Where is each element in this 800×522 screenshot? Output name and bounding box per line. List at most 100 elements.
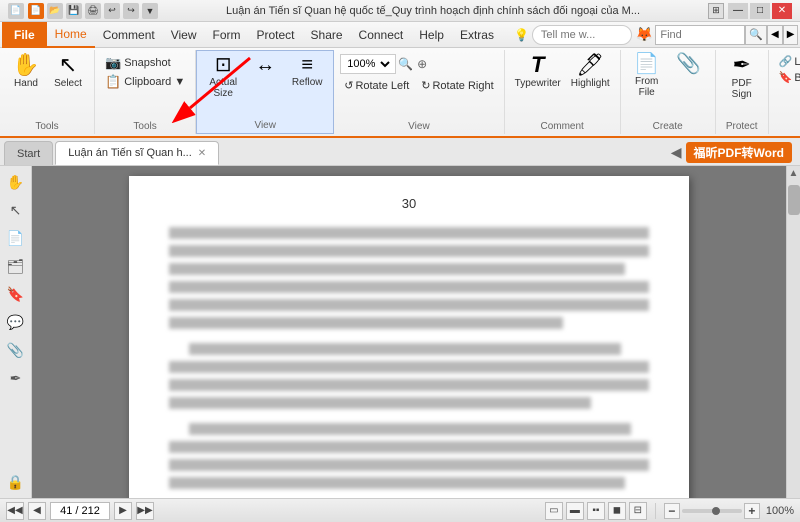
link-button[interactable]: 🔗 Link — [775, 54, 800, 69]
nav-prev-button[interactable]: ◀ — [28, 502, 46, 520]
text-line — [169, 441, 649, 453]
save-icon[interactable]: 💾 — [66, 3, 82, 19]
document-content — [169, 227, 649, 489]
redo-icon[interactable]: ↪ — [123, 3, 139, 19]
rotate-row: ↺ Rotate Left ↻ Rotate Right — [340, 78, 497, 93]
tab-document[interactable]: Luận án Tiến sĩ Quan h... ✕ — [55, 141, 219, 165]
ribbon-group-zoom: 100% 75% 125% 150% 🔍 ⊕ ↺ Rotate Left — [334, 50, 504, 134]
print-icon[interactable]: 🖨 — [85, 3, 101, 19]
sidebar-comment-icon[interactable]: 💬 — [4, 310, 28, 334]
title-bar-left: 📄 📄 📂 💾 🖨 ↩ ↪ ▼ — [8, 3, 158, 19]
ribbon-group-view: ⊡ ActualSize ↔ ≡ Reflow View — [196, 50, 334, 134]
search-prev-button[interactable]: ◀ — [767, 25, 783, 45]
nav-next-button[interactable]: ▶ — [114, 502, 132, 520]
close-button[interactable]: ✕ — [772, 3, 792, 19]
view-split-button[interactable]: ⊟ — [629, 502, 647, 520]
create-button[interactable]: 📎 — [669, 52, 709, 78]
maximize-button[interactable]: □ — [750, 3, 770, 19]
zoom-plus-button[interactable]: + — [744, 503, 760, 519]
grid-btn[interactable]: ⊞ — [708, 3, 724, 19]
scroll-up-button[interactable]: ▲ — [787, 166, 800, 181]
right-scrollbar: ▲ — [786, 166, 800, 498]
sidebar-signature-icon[interactable]: ✒ — [4, 366, 28, 390]
menu-protect[interactable]: Protect — [249, 22, 303, 48]
typewriter-label: Typewriter — [515, 78, 561, 89]
menu-extras[interactable]: Extras — [452, 22, 502, 48]
zoom-select[interactable]: 100% 75% 125% 150% — [343, 57, 393, 71]
reflow-icon: ≡ — [301, 55, 313, 75]
menu-view[interactable]: View — [163, 22, 205, 48]
view-continuous-button[interactable]: ▬ — [566, 502, 584, 520]
rotate-left-button[interactable]: ↺ Rotate Left — [340, 78, 413, 93]
menu-form[interactable]: Form — [205, 22, 249, 48]
sidebar-lock-icon[interactable]: 🔒 — [4, 470, 28, 494]
ribbon-group-links: 🔗 Link 🔖 Bookmark 📥 Insert Links — [769, 50, 800, 134]
menu-comment[interactable]: Comment — [95, 22, 163, 48]
fox-icon: 🦊 — [636, 26, 653, 43]
sidebar-hand-icon[interactable]: ✋ — [4, 170, 28, 194]
zoom-minus-button[interactable]: − — [664, 503, 680, 519]
actual-size-button[interactable]: ⊡ ActualSize — [203, 53, 243, 101]
status-divider — [655, 503, 656, 519]
tab-start-label: Start — [17, 148, 40, 160]
clipboard-button[interactable]: 📋 Clipboard ▼ — [101, 73, 189, 91]
menu-bar: File Home Comment View Form Protect Shar… — [0, 22, 800, 48]
reflow-button[interactable]: ≡ Reflow — [287, 53, 327, 90]
snapshot-button[interactable]: 📷 Snapshot — [101, 54, 189, 72]
menu-help[interactable]: Help — [411, 22, 452, 48]
file-menu[interactable]: File — [2, 22, 47, 48]
rotate-right-icon: ↻ — [421, 79, 430, 92]
tab-left-arrow[interactable]: ◀ — [667, 144, 686, 161]
highlight-label: Highlight — [571, 78, 610, 89]
customize-icon[interactable]: ▼ — [142, 3, 158, 19]
view-cover-button[interactable]: ◼ — [608, 502, 626, 520]
ad-badge[interactable]: 福昕PDF转Word — [686, 142, 792, 163]
view-single-button[interactable]: ▭ — [545, 502, 563, 520]
tabs-right: ◀ 福昕PDF转Word — [667, 142, 792, 163]
lightbulb-icon: 💡 — [514, 28, 529, 42]
search-input[interactable] — [655, 25, 745, 45]
text-line — [169, 227, 649, 239]
tab-close-button[interactable]: ✕ — [198, 148, 206, 159]
sidebar-layers-icon[interactable]: 🗂 — [4, 254, 28, 278]
rotate-right-button[interactable]: ↻ Rotate Right — [417, 78, 497, 93]
tell-me-input[interactable] — [532, 25, 632, 45]
hand-button[interactable]: ✋ Hand — [6, 52, 46, 91]
sidebar-cursor-icon[interactable]: ↖ — [4, 198, 28, 222]
menu-connect[interactable]: Connect — [351, 22, 412, 48]
nav-first-button[interactable]: ◀◀ — [6, 502, 24, 520]
menu-share[interactable]: Share — [303, 22, 351, 48]
fit-width-button[interactable]: ↔ — [245, 53, 285, 79]
protect-group-label: Protect — [726, 121, 758, 132]
sidebar-page-icon[interactable]: 📄 — [4, 226, 28, 250]
view-facing-button[interactable]: ▪▪ — [587, 502, 605, 520]
open-icon[interactable]: 📂 — [47, 3, 63, 19]
pdf-sign-label: PDFSign — [732, 78, 752, 100]
pdf-sign-button[interactable]: ✒ PDFSign — [722, 52, 762, 102]
typewriter-button[interactable]: T Typewriter — [511, 52, 565, 91]
select-button[interactable]: ↖ Select — [48, 52, 88, 91]
zoom-out-button[interactable]: 🔍 — [396, 57, 415, 71]
scroll-thumb[interactable] — [788, 185, 800, 215]
from-file-button[interactable]: 📄 FromFile — [627, 52, 667, 100]
bookmark-button[interactable]: 🔖 Bookmark — [775, 70, 800, 85]
menu-home[interactable]: Home — [47, 22, 95, 48]
sidebar-attachment-icon[interactable]: 📎 — [4, 338, 28, 362]
zoom-slider-thumb[interactable] — [712, 507, 720, 515]
text-line — [169, 317, 563, 329]
search-next-button[interactable]: ▶ — [783, 25, 799, 45]
page-input[interactable] — [50, 502, 110, 520]
sidebar-bookmark-icon[interactable]: 🔖 — [4, 282, 28, 306]
search-button[interactable]: 🔍 — [745, 25, 767, 45]
zoom-slider[interactable] — [682, 509, 742, 513]
undo-icon[interactable]: ↩ — [104, 3, 120, 19]
zoom-col: 100% 75% 125% 150% 🔍 ⊕ ↺ Rotate Left — [340, 52, 497, 93]
text-line — [169, 379, 649, 391]
tab-start[interactable]: Start — [4, 141, 53, 165]
zoom-in-button[interactable]: ⊕ — [415, 57, 429, 71]
new-icon[interactable]: 📄 — [28, 3, 44, 19]
comment-group-label: Comment — [540, 121, 583, 132]
minimize-button[interactable]: — — [728, 3, 748, 19]
nav-last-button[interactable]: ▶▶ — [136, 502, 154, 520]
highlight-button[interactable]: 🖊 Highlight — [567, 52, 614, 91]
